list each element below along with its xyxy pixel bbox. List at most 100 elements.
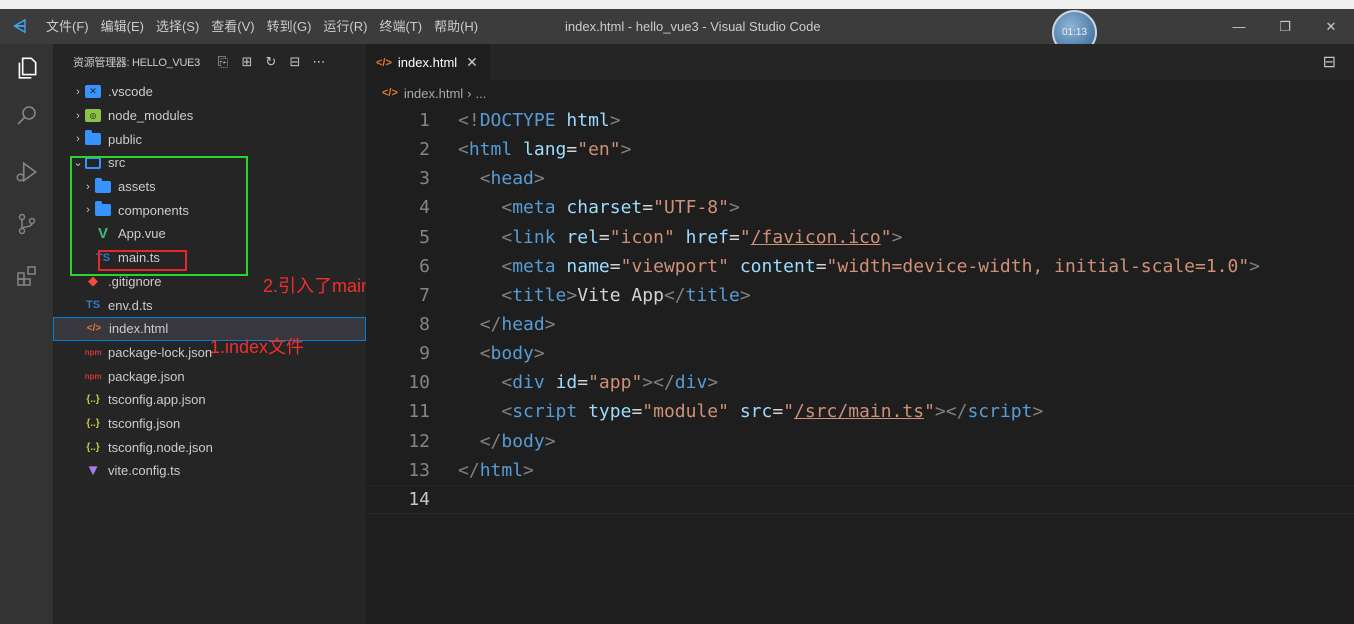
editor-tabs: </> index.html ✕ ⊟ xyxy=(366,44,1354,80)
node-modules-folder-icon: ◎ xyxy=(85,108,101,124)
file-tree-label: tsconfig.node.json xyxy=(108,439,213,455)
file-tree-label: env.d.ts xyxy=(108,297,153,313)
code-line[interactable]: 2 <html lang="en"> xyxy=(366,135,1354,164)
menu-item[interactable]: 文件(F) xyxy=(40,9,95,44)
line-number: 3 xyxy=(419,168,430,190)
file-tree-label: public xyxy=(108,131,142,147)
typescript-icon: TS xyxy=(85,299,101,312)
json-icon: {..} xyxy=(86,394,100,406)
code-line[interactable]: 10 <div id="app"></div> xyxy=(366,368,1354,397)
restore-icon[interactable]: ❐ xyxy=(1262,9,1308,44)
file-tree-item[interactable]: › ◎ node_modules xyxy=(53,104,366,128)
line-number: 11 xyxy=(408,401,430,423)
file-tree-label: node_modules xyxy=(108,108,194,124)
code-line[interactable]: 12 </body> xyxy=(366,427,1354,456)
chevron-icon: › xyxy=(76,109,80,122)
file-tree-item[interactable]: ▼ vite.config.ts xyxy=(53,459,366,483)
code-text: <!DOCTYPE html> xyxy=(458,110,621,132)
code-line[interactable]: 7 <title>Vite App</title> xyxy=(366,281,1354,310)
main-ts-highlight-box xyxy=(98,250,187,271)
folder-icon xyxy=(85,130,101,147)
code-text: <head> xyxy=(479,168,545,190)
vscode-folder-icon: ✕ xyxy=(85,84,101,100)
menu-item[interactable]: 帮助(H) xyxy=(428,9,484,44)
file-tree-label: index.html xyxy=(109,321,169,337)
html-file-icon: </> xyxy=(376,56,392,69)
code-text: </head> xyxy=(479,314,556,336)
collapse-all-icon[interactable]: ⊟ xyxy=(284,51,306,73)
explorer-title: 资源管理器: HELLO_VUE3 xyxy=(73,57,200,69)
explorer-actions: ⎘ ⊞ ↻ ⊟ ⋯ xyxy=(210,51,330,73)
file-tree-label: tsconfig.json xyxy=(108,415,181,431)
tab-index-html[interactable]: </> index.html ✕ xyxy=(366,44,490,80)
run-debug-icon[interactable] xyxy=(0,148,53,196)
new-file-icon[interactable]: ⎘ xyxy=(212,51,234,73)
code-line[interactable]: 14 xyxy=(366,484,1354,514)
code-line[interactable]: 5 <link rel="icon" href="/favicon.ico"> xyxy=(366,223,1354,252)
code-text: </html> xyxy=(458,459,534,481)
close-icon[interactable]: ✕ xyxy=(1308,9,1354,44)
code-text: <meta charset="UTF-8"> xyxy=(501,197,740,219)
code-line[interactable]: 11 <script type="module" src="/src/main.… xyxy=(366,397,1354,426)
menu-item[interactable]: 编辑(E) xyxy=(95,9,150,44)
code-line[interactable]: 1 <!DOCTYPE html> xyxy=(366,106,1354,135)
code-line[interactable]: 3 <head> xyxy=(366,164,1354,193)
code-line[interactable]: 8 </head> xyxy=(366,310,1354,339)
search-icon[interactable] xyxy=(0,92,53,140)
json-icon: {..} xyxy=(86,417,100,429)
title-bar: ⩤ 文件(F) 编辑(E) 选择(S) 查看(V) 转到(G) 运行(R) 终端(T) 帮助(… xyxy=(0,9,1354,44)
file-tree-item[interactable]: {..} tsconfig.node.json xyxy=(53,435,366,459)
file-tree-label: tsconfig.app.json xyxy=(108,392,206,408)
breadcrumb-symbol[interactable]: ... xyxy=(476,86,487,101)
minimize-icon[interactable]: — xyxy=(1216,9,1262,44)
window-controls: — ❐ ✕ xyxy=(1216,9,1354,44)
editor-area: </> index.html ✕ ⊟ </> index.html › ... … xyxy=(366,44,1354,624)
activity-bar xyxy=(0,44,53,624)
chevron-icon: › xyxy=(76,133,80,146)
code-editor[interactable]: 1 <!DOCTYPE html> 2 <html lang="en"> 3 <head… xyxy=(366,106,1354,514)
annotation-index-file: 1.index文件 xyxy=(210,337,305,357)
refresh-icon[interactable]: ↻ xyxy=(260,51,282,73)
line-number: 10 xyxy=(408,372,430,394)
explorer-files-icon[interactable] xyxy=(0,44,53,92)
code-text: <html lang="en"> xyxy=(458,139,632,161)
breadcrumb-separator-icon: › xyxy=(467,85,472,101)
close-tab-icon[interactable]: ✕ xyxy=(466,54,478,71)
code-line[interactable]: 4 <meta charset="UTF-8"> xyxy=(366,193,1354,222)
line-number: 5 xyxy=(419,226,430,248)
source-control-icon[interactable] xyxy=(0,200,53,248)
extensions-icon[interactable] xyxy=(0,252,53,300)
file-tree-item[interactable]: {..} tsconfig.json xyxy=(53,412,366,436)
code-text: <title>Vite App</title> xyxy=(501,284,751,306)
chevron-icon: › xyxy=(76,85,80,98)
menu-item[interactable]: 终端(T) xyxy=(373,9,428,44)
new-folder-icon[interactable]: ⊞ xyxy=(236,51,258,73)
code-line[interactable]: 6 <meta name="viewport" content="width=d… xyxy=(366,252,1354,281)
more-actions-icon[interactable]: ⋯ xyxy=(308,51,330,73)
file-tree-item[interactable]: › ✕ .vscode xyxy=(53,80,366,104)
code-text: <script type="module" src="/src/main.ts"… xyxy=(501,401,1044,423)
file-tree-item[interactable]: {..} tsconfig.app.json xyxy=(53,388,366,412)
code-line[interactable]: 13 </html> xyxy=(366,456,1354,485)
code-text: </body> xyxy=(479,430,556,452)
menu-item[interactable]: 选择(S) xyxy=(150,9,205,44)
file-tree-label: package-lock.json xyxy=(108,344,213,360)
breadcrumb-file[interactable]: index.html xyxy=(404,86,463,101)
line-number: 14 xyxy=(408,488,430,510)
json-icon: {..} xyxy=(86,441,100,453)
menu-item[interactable]: 转到(G) xyxy=(261,9,318,44)
menu-item[interactable]: 运行(R) xyxy=(317,9,373,44)
code-line[interactable]: 9 <body> xyxy=(366,339,1354,368)
html-icon: </> xyxy=(86,323,102,335)
menu-item[interactable]: 查看(V) xyxy=(205,9,260,44)
split-editor-icon[interactable]: ⊟ xyxy=(1323,44,1336,80)
file-tree-label: .gitignore xyxy=(108,273,162,289)
code-text: <div id="app"></div> xyxy=(501,372,719,394)
line-number: 13 xyxy=(408,459,430,481)
menu-bar: 文件(F) 编辑(E) 选择(S) 查看(V) 转到(G) 运行(R) 终端(T) 帮助(H) xyxy=(40,9,484,44)
file-tree-label: package.json xyxy=(108,368,185,384)
file-tree-item[interactable]: npm package.json xyxy=(53,364,366,388)
code-text: <body> xyxy=(479,343,545,365)
html-file-icon: </> xyxy=(382,87,398,99)
file-tree-item[interactable]: › public xyxy=(53,127,366,151)
